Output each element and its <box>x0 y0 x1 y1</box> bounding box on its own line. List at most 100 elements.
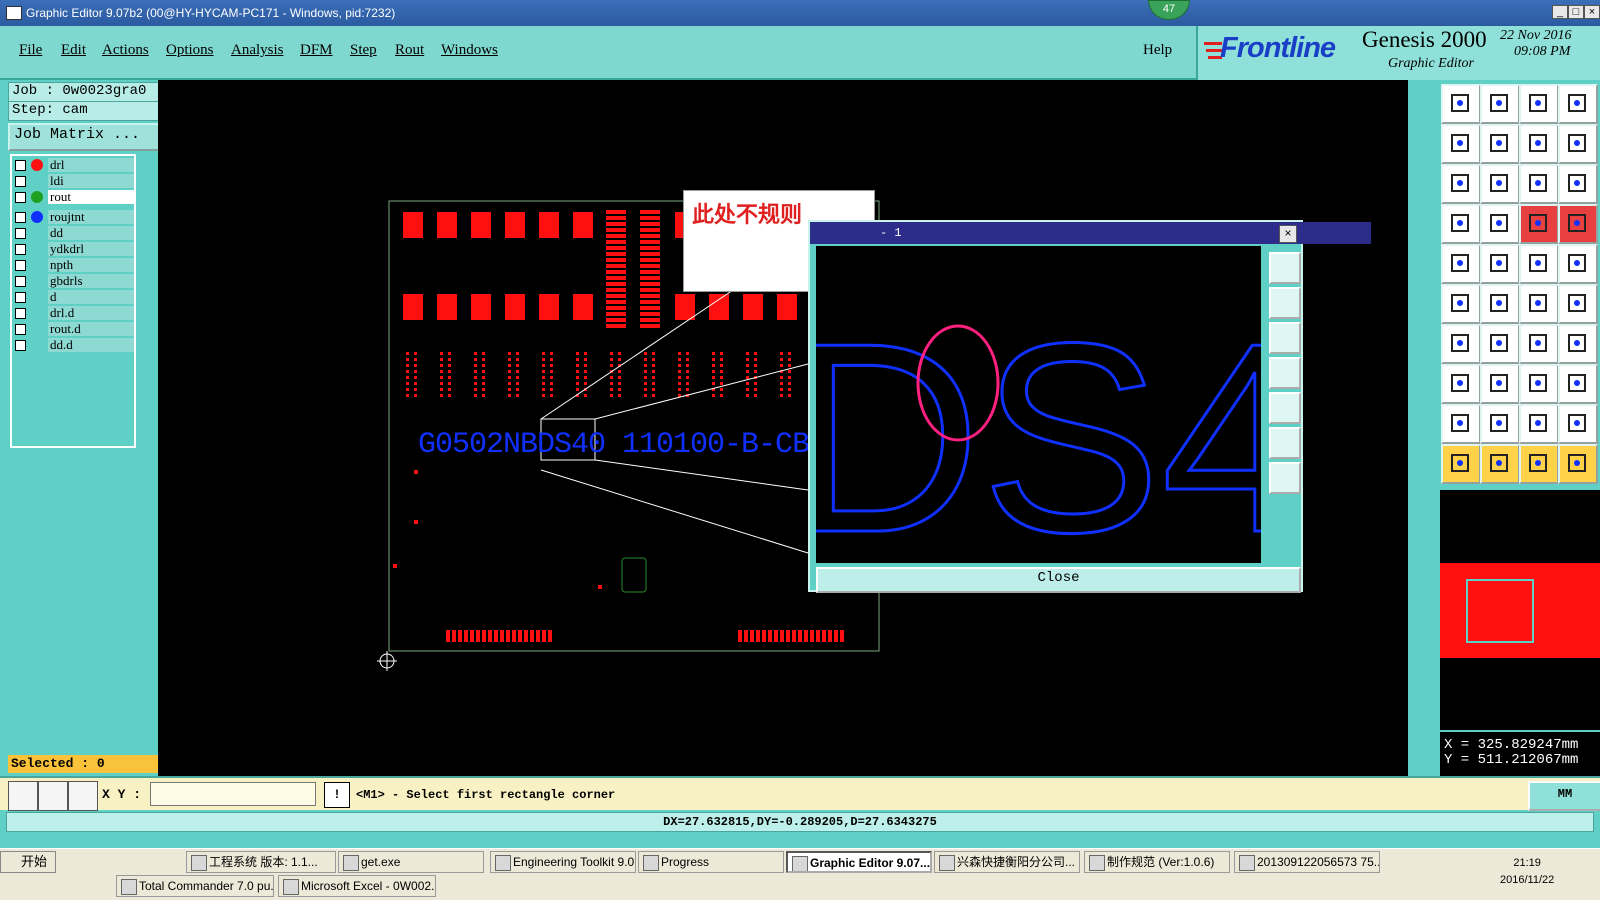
snap-tool-icon[interactable] <box>8 781 38 811</box>
toolbar-tool-icon[interactable] <box>1480 364 1520 404</box>
overview-preview[interactable] <box>1440 563 1600 658</box>
toolbar-tool-icon[interactable] <box>1480 404 1520 444</box>
toolbar-tool-icon[interactable] <box>1519 84 1559 124</box>
close-window-button[interactable]: × <box>1584 5 1600 19</box>
menu-edit[interactable]: Edit <box>61 42 86 59</box>
layer-checkbox[interactable] <box>15 244 26 255</box>
toolbar-tool-icon[interactable] <box>1480 324 1520 364</box>
layer-checkbox[interactable] <box>15 212 26 223</box>
layer-checkbox[interactable] <box>15 292 26 303</box>
toolbar-tool-icon[interactable] <box>1480 204 1520 244</box>
system-clock[interactable]: 21:19 2016/11/22 <box>1500 855 1554 889</box>
task-item[interactable]: 制作规范 (Ver:1.0.6) <box>1084 851 1230 873</box>
popup-tool-1[interactable] <box>1269 252 1301 284</box>
toolbar-tool-icon[interactable] <box>1441 404 1481 444</box>
toolbar-tool-icon[interactable] <box>1441 164 1481 204</box>
layer-checkbox[interactable] <box>15 192 26 203</box>
unit-selector[interactable]: MM <box>1528 781 1600 811</box>
overview-viewport-box[interactable] <box>1466 579 1534 643</box>
popup-tool-7[interactable] <box>1269 462 1301 494</box>
menu-windows[interactable]: Windows <box>441 42 498 59</box>
popup-tool-4[interactable] <box>1269 357 1301 389</box>
layer-checkbox[interactable] <box>15 308 26 319</box>
xy-input[interactable] <box>150 782 316 806</box>
toolbar-tool-icon[interactable] <box>1519 244 1559 284</box>
toolbar-tool-icon[interactable] <box>1441 284 1481 324</box>
popup-tool-5[interactable] <box>1269 392 1301 424</box>
toolbar-tool-icon[interactable] <box>1519 204 1559 244</box>
task-item[interactable]: Progress <box>638 851 784 873</box>
toolbar-tool-icon[interactable] <box>1558 244 1598 284</box>
task-item[interactable]: Engineering Toolkit 9.0... <box>490 851 636 873</box>
warning-icon[interactable]: ! <box>324 782 350 808</box>
toolbar-tool-icon[interactable] <box>1480 124 1520 164</box>
toolbar-tool-icon[interactable] <box>1441 244 1481 284</box>
toolbar-tool-icon[interactable] <box>1441 444 1481 484</box>
menu-file[interactable]: File <box>19 42 42 59</box>
task-item[interactable]: Microsoft Excel - 0W002... <box>278 875 436 897</box>
menu-step[interactable]: Step <box>350 42 377 59</box>
task-item-active[interactable]: Graphic Editor 9.07... <box>786 851 932 873</box>
task-item[interactable]: Total Commander 7.0 pu... <box>116 875 274 897</box>
toolbar-tool-icon[interactable] <box>1558 444 1598 484</box>
toolbar-tool-icon[interactable] <box>1480 284 1520 324</box>
toolbar-tool-icon[interactable] <box>1480 444 1520 484</box>
toolbar-tool-icon[interactable] <box>1558 284 1598 324</box>
minimize-button[interactable]: _ <box>1552 5 1568 19</box>
layer-row[interactable]: rout.d <box>12 322 134 337</box>
popup-tool-2[interactable] <box>1269 287 1301 319</box>
toolbar-tool-icon[interactable] <box>1558 324 1598 364</box>
layer-checkbox[interactable] <box>15 276 26 287</box>
measure-tool-icon[interactable] <box>38 781 68 811</box>
toolbar-tool-icon[interactable] <box>1519 364 1559 404</box>
popup-close-button[interactable]: Close <box>816 567 1301 593</box>
toolbar-tool-icon[interactable] <box>1558 124 1598 164</box>
toolbar-tool-icon[interactable] <box>1558 164 1598 204</box>
toolbar-tool-icon[interactable] <box>1441 364 1481 404</box>
layer-row[interactable]: dd <box>12 226 134 241</box>
toolbar-tool-icon[interactable] <box>1558 204 1598 244</box>
grid-tool-icon[interactable] <box>68 781 98 811</box>
toolbar-tool-icon[interactable] <box>1519 444 1559 484</box>
layer-checkbox[interactable] <box>15 228 26 239</box>
menu-analysis[interactable]: Analysis <box>231 42 284 59</box>
start-button[interactable]: 开始 <box>0 851 56 873</box>
layer-row[interactable]: npth <box>12 258 134 273</box>
task-item[interactable]: 兴森快捷衡阳分公司... <box>934 851 1080 873</box>
task-item[interactable]: get.exe <box>338 851 484 873</box>
layer-row[interactable]: gbdrls <box>12 274 134 289</box>
toolbar-tool-icon[interactable] <box>1558 404 1598 444</box>
toolbar-tool-icon[interactable] <box>1441 84 1481 124</box>
layer-row[interactable]: roujtnt <box>12 210 134 225</box>
menu-help[interactable]: Help <box>1143 42 1172 59</box>
toolbar-tool-icon[interactable] <box>1519 324 1559 364</box>
toolbar-tool-icon[interactable] <box>1519 284 1559 324</box>
menu-actions[interactable]: Actions <box>102 42 149 59</box>
toolbar-tool-icon[interactable] <box>1558 84 1598 124</box>
popup-view[interactable]: DS40 <box>816 246 1261 563</box>
layer-row[interactable]: dd.d <box>12 338 134 353</box>
job-matrix-button[interactable]: Job Matrix ... <box>8 123 164 151</box>
layer-row[interactable]: rout <box>12 190 134 205</box>
layer-checkbox[interactable] <box>15 176 26 187</box>
toolbar-tool-icon[interactable] <box>1441 124 1481 164</box>
layer-row[interactable]: ldi <box>12 174 134 189</box>
task-item[interactable]: 工程系统 版本: 1.1... <box>186 851 336 873</box>
layer-checkbox[interactable] <box>15 160 26 171</box>
layer-row[interactable]: d <box>12 290 134 305</box>
toolbar-tool-icon[interactable] <box>1558 364 1598 404</box>
layer-row[interactable]: drl.d <box>12 306 134 321</box>
popup-tool-3[interactable] <box>1269 322 1301 354</box>
menu-dfm[interactable]: DFM <box>300 42 333 59</box>
toolbar-tool-icon[interactable] <box>1519 124 1559 164</box>
layer-checkbox[interactable] <box>15 324 26 335</box>
toolbar-tool-icon[interactable] <box>1519 404 1559 444</box>
layer-row[interactable]: drl <box>12 158 134 173</box>
menu-rout[interactable]: Rout <box>395 42 424 59</box>
toolbar-tool-icon[interactable] <box>1480 84 1520 124</box>
toolbar-tool-icon[interactable] <box>1480 244 1520 284</box>
layer-checkbox[interactable] <box>15 260 26 271</box>
popup-close-icon[interactable]: × <box>1279 225 1297 243</box>
layer-row[interactable]: ydkdrl <box>12 242 134 257</box>
layer-checkbox[interactable] <box>15 340 26 351</box>
